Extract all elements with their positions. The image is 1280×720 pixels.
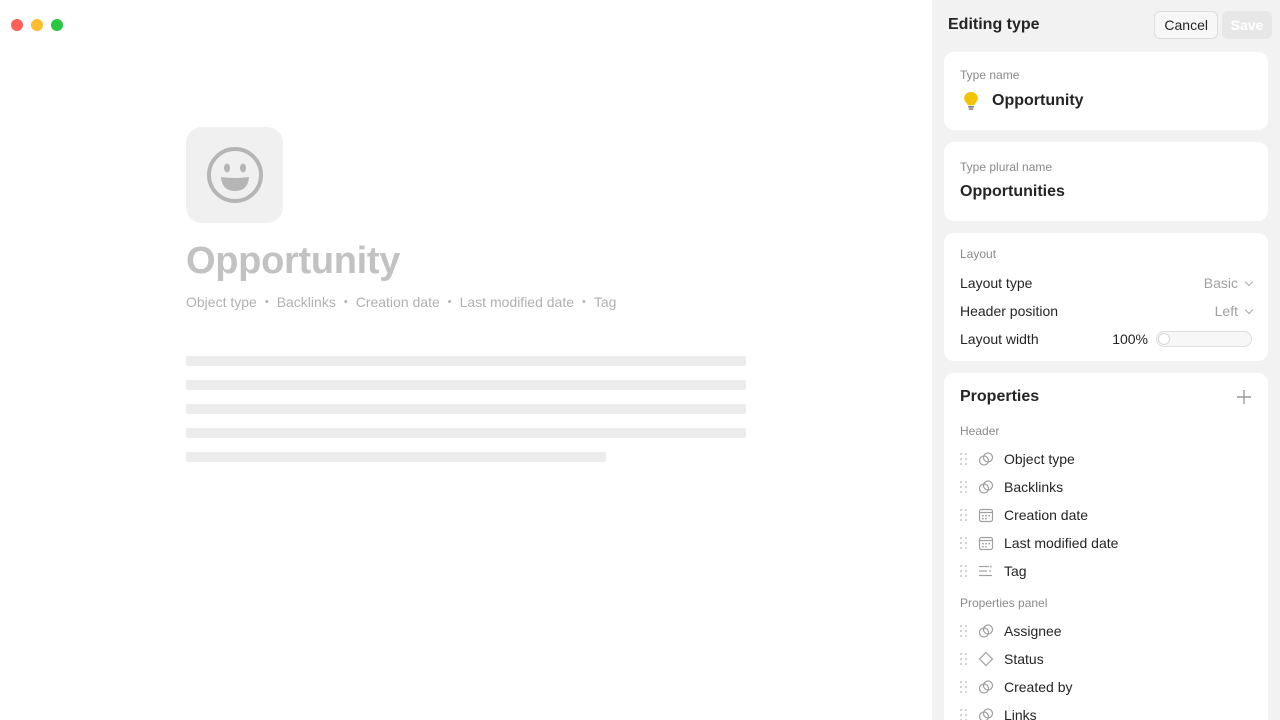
property-item[interactable]: Backlinks [960, 473, 1252, 501]
content-placeholder-line [186, 452, 606, 462]
drag-handle-icon[interactable] [960, 481, 968, 493]
property-item[interactable]: Assignee [960, 617, 1252, 645]
property-item[interactable]: Links [960, 701, 1252, 720]
type-preview: Opportunity Object type • Backlinks • Cr… [0, 0, 932, 720]
layout-width-label: Layout width [960, 331, 1039, 347]
property-item[interactable]: Tag [960, 557, 1252, 585]
layout-width-slider[interactable] [1156, 331, 1252, 347]
meta-separator: • [582, 296, 586, 308]
drag-handle-icon[interactable] [960, 625, 968, 637]
layout-type-value: Basic [1203, 275, 1238, 291]
property-item[interactable]: Created by [960, 673, 1252, 701]
header-position-label: Header position [960, 303, 1059, 319]
relation-icon [978, 479, 994, 495]
status-icon [978, 651, 994, 667]
relation-icon [978, 623, 994, 639]
drag-handle-icon[interactable] [960, 681, 968, 693]
save-button[interactable]: Save [1222, 11, 1272, 39]
meta-separator: • [264, 296, 269, 308]
drag-handle-icon[interactable] [960, 537, 968, 549]
drag-handle-icon[interactable] [960, 453, 968, 465]
content-placeholder-line [186, 404, 746, 414]
header-properties-preview: Object type • Backlinks • Creation date … [186, 294, 616, 310]
header-properties-list: Object type Backlinks Creation date Last mo… [960, 445, 1252, 585]
property-label: Creation date [1004, 507, 1089, 523]
property-item[interactable]: Object type [960, 445, 1252, 473]
plural-name-value[interactable]: Opportunities [960, 183, 1252, 201]
properties-panel-section-label: Properties panel [960, 596, 1048, 610]
calendar-icon [978, 535, 994, 551]
property-item[interactable]: Creation date [960, 501, 1252, 529]
layout-type-row[interactable]: Layout type Basic [960, 269, 1254, 297]
property-label: Tag [1004, 563, 1027, 579]
content-placeholder-line [186, 428, 746, 438]
header-section-label: Header [960, 424, 1000, 438]
type-name-value[interactable]: Opportunity [992, 92, 1084, 110]
content-placeholder-line [186, 380, 746, 390]
content-placeholder-line [186, 356, 746, 366]
panel-properties-list: Assignee Status Created by Links [960, 617, 1252, 720]
properties-card: Properties Header Object type Backlinks Cr… [944, 373, 1268, 720]
property-label: Object type [1004, 451, 1075, 467]
edit-type-panel: Editing type Cancel Save Type name Oppor… [932, 0, 1280, 720]
chevron-down-icon [1244, 277, 1254, 286]
meta-last-modified-date: Last modified date [459, 294, 575, 310]
drag-handle-icon[interactable] [960, 709, 968, 720]
property-item[interactable]: Status [960, 645, 1252, 673]
property-label: Assignee [1004, 623, 1062, 639]
relation-icon [978, 707, 994, 720]
layout-type-label: Layout type [960, 275, 1033, 291]
panel-header: Editing type Cancel Save [948, 10, 1272, 40]
property-label: Backlinks [1004, 479, 1064, 495]
property-item[interactable]: Last modified date [960, 529, 1252, 557]
layout-width-value: 100% [1112, 331, 1148, 347]
meta-backlinks: Backlinks [276, 294, 336, 310]
meta-creation-date: Creation date [355, 294, 440, 310]
property-label: Status [1004, 651, 1044, 667]
tag-list-icon [978, 563, 994, 579]
property-label: Last modified date [1004, 535, 1119, 551]
relation-icon [978, 679, 994, 695]
layout-type-select[interactable]: Basic [1203, 275, 1254, 291]
layout-section-label: Layout [960, 247, 997, 261]
object-title: Opportunity [186, 240, 401, 282]
header-position-row[interactable]: Header position Left [960, 297, 1254, 325]
drag-handle-icon[interactable] [960, 565, 968, 577]
type-plural-name-card[interactable]: Type plural name Opportunities [944, 142, 1268, 221]
slider-handle[interactable] [1158, 333, 1170, 345]
lightbulb-icon[interactable] [960, 90, 982, 112]
panel-title: Editing type [948, 16, 1040, 33]
meta-separator: • [447, 296, 452, 308]
type-name-card[interactable]: Type name Opportunity [944, 52, 1268, 130]
property-label: Links [1004, 707, 1037, 720]
properties-title: Properties [960, 388, 1040, 405]
drag-handle-icon[interactable] [960, 653, 968, 665]
plural-name-label: Type plural name [960, 160, 1053, 174]
chevron-down-icon [1244, 305, 1254, 314]
plus-icon[interactable] [1236, 389, 1252, 405]
type-name-label: Type name [960, 68, 1020, 82]
meta-object-type: Object type [186, 294, 257, 310]
layout-width-row: Layout width 100% [960, 325, 1252, 353]
header-position-select[interactable]: Left [1214, 303, 1254, 319]
property-label: Created by [1004, 679, 1073, 695]
grinning-face-icon [206, 147, 263, 203]
object-icon[interactable] [186, 127, 283, 223]
meta-separator: • [343, 296, 348, 308]
relation-icon [978, 451, 994, 467]
layout-card: Layout Layout type Basic Header position… [944, 233, 1268, 361]
calendar-icon [978, 507, 994, 523]
drag-handle-icon[interactable] [960, 509, 968, 521]
header-position-value: Left [1214, 303, 1238, 319]
cancel-button[interactable]: Cancel [1154, 11, 1218, 39]
meta-tag: Tag [593, 294, 617, 310]
